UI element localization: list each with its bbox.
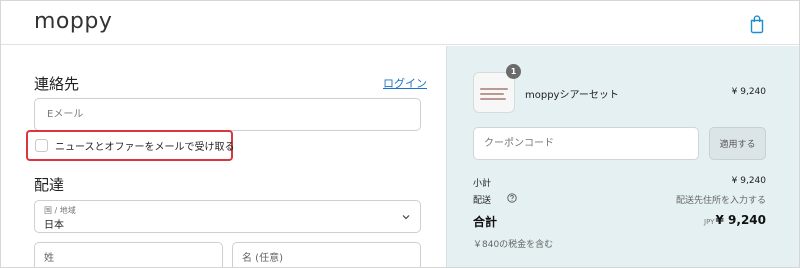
subtotal-value: ¥ 9,240 [731,176,766,186]
tax-note: ￥840の税金を含む [473,240,554,250]
header: moppy [1,1,799,45]
chevron-down-icon [402,215,410,220]
quantity-badge: 1 [506,64,521,79]
product-thumbnail-stripe [480,98,506,100]
newsletter-checkbox-label[interactable]: ニュースとオファーをメールで受け取る [55,138,235,153]
apply-coupon-button[interactable]: 適用する [709,127,766,160]
total-currency: JPY [704,218,715,226]
product-thumbnail-stripe [480,88,508,90]
product-name: moppyシアーセット [525,90,619,101]
country-select[interactable]: 国 / 地域 日本 [34,200,421,233]
delivery-section-title: 配達 [34,176,65,194]
store-logo[interactable]: moppy [34,9,112,34]
shopping-bag-icon[interactable] [749,14,765,34]
newsletter-checkbox[interactable] [35,139,48,152]
product-thumbnail-stripe [480,93,504,95]
last-name-field[interactable] [34,242,223,267]
checkout-form: 連絡先 ログイン ニュースとオファーをメールで受け取る 配達 国 / 地域 日本 [1,46,446,267]
country-select-caption: 国 / 地域 [44,206,76,215]
total-value: ¥ 9,240 [715,213,766,227]
product-price: ¥ 9,240 [731,87,766,97]
checkout-page: moppy 連絡先 ログイン ニュースとオファーをメールで受け取る 配達 国 /… [0,0,800,268]
shipping-value: 配送先住所を入力する [675,196,766,206]
first-name-field[interactable] [232,242,421,267]
product-thumbnail [473,72,515,113]
email-field[interactable] [34,98,421,131]
contact-section-title: 連絡先 [34,75,80,93]
subtotal-label: 小計 [473,179,492,189]
shipping-label: 配送 [473,196,492,206]
login-link[interactable]: ログイン [383,75,427,91]
help-icon[interactable] [507,193,517,203]
country-select-value: 日本 [44,220,64,231]
order-summary: 1 moppyシアーセット ¥ 9,240 適用する 小計 ¥ 9,240 配送… [446,46,799,267]
coupon-code-field[interactable] [473,127,699,160]
total-label: 合計 [473,215,498,229]
